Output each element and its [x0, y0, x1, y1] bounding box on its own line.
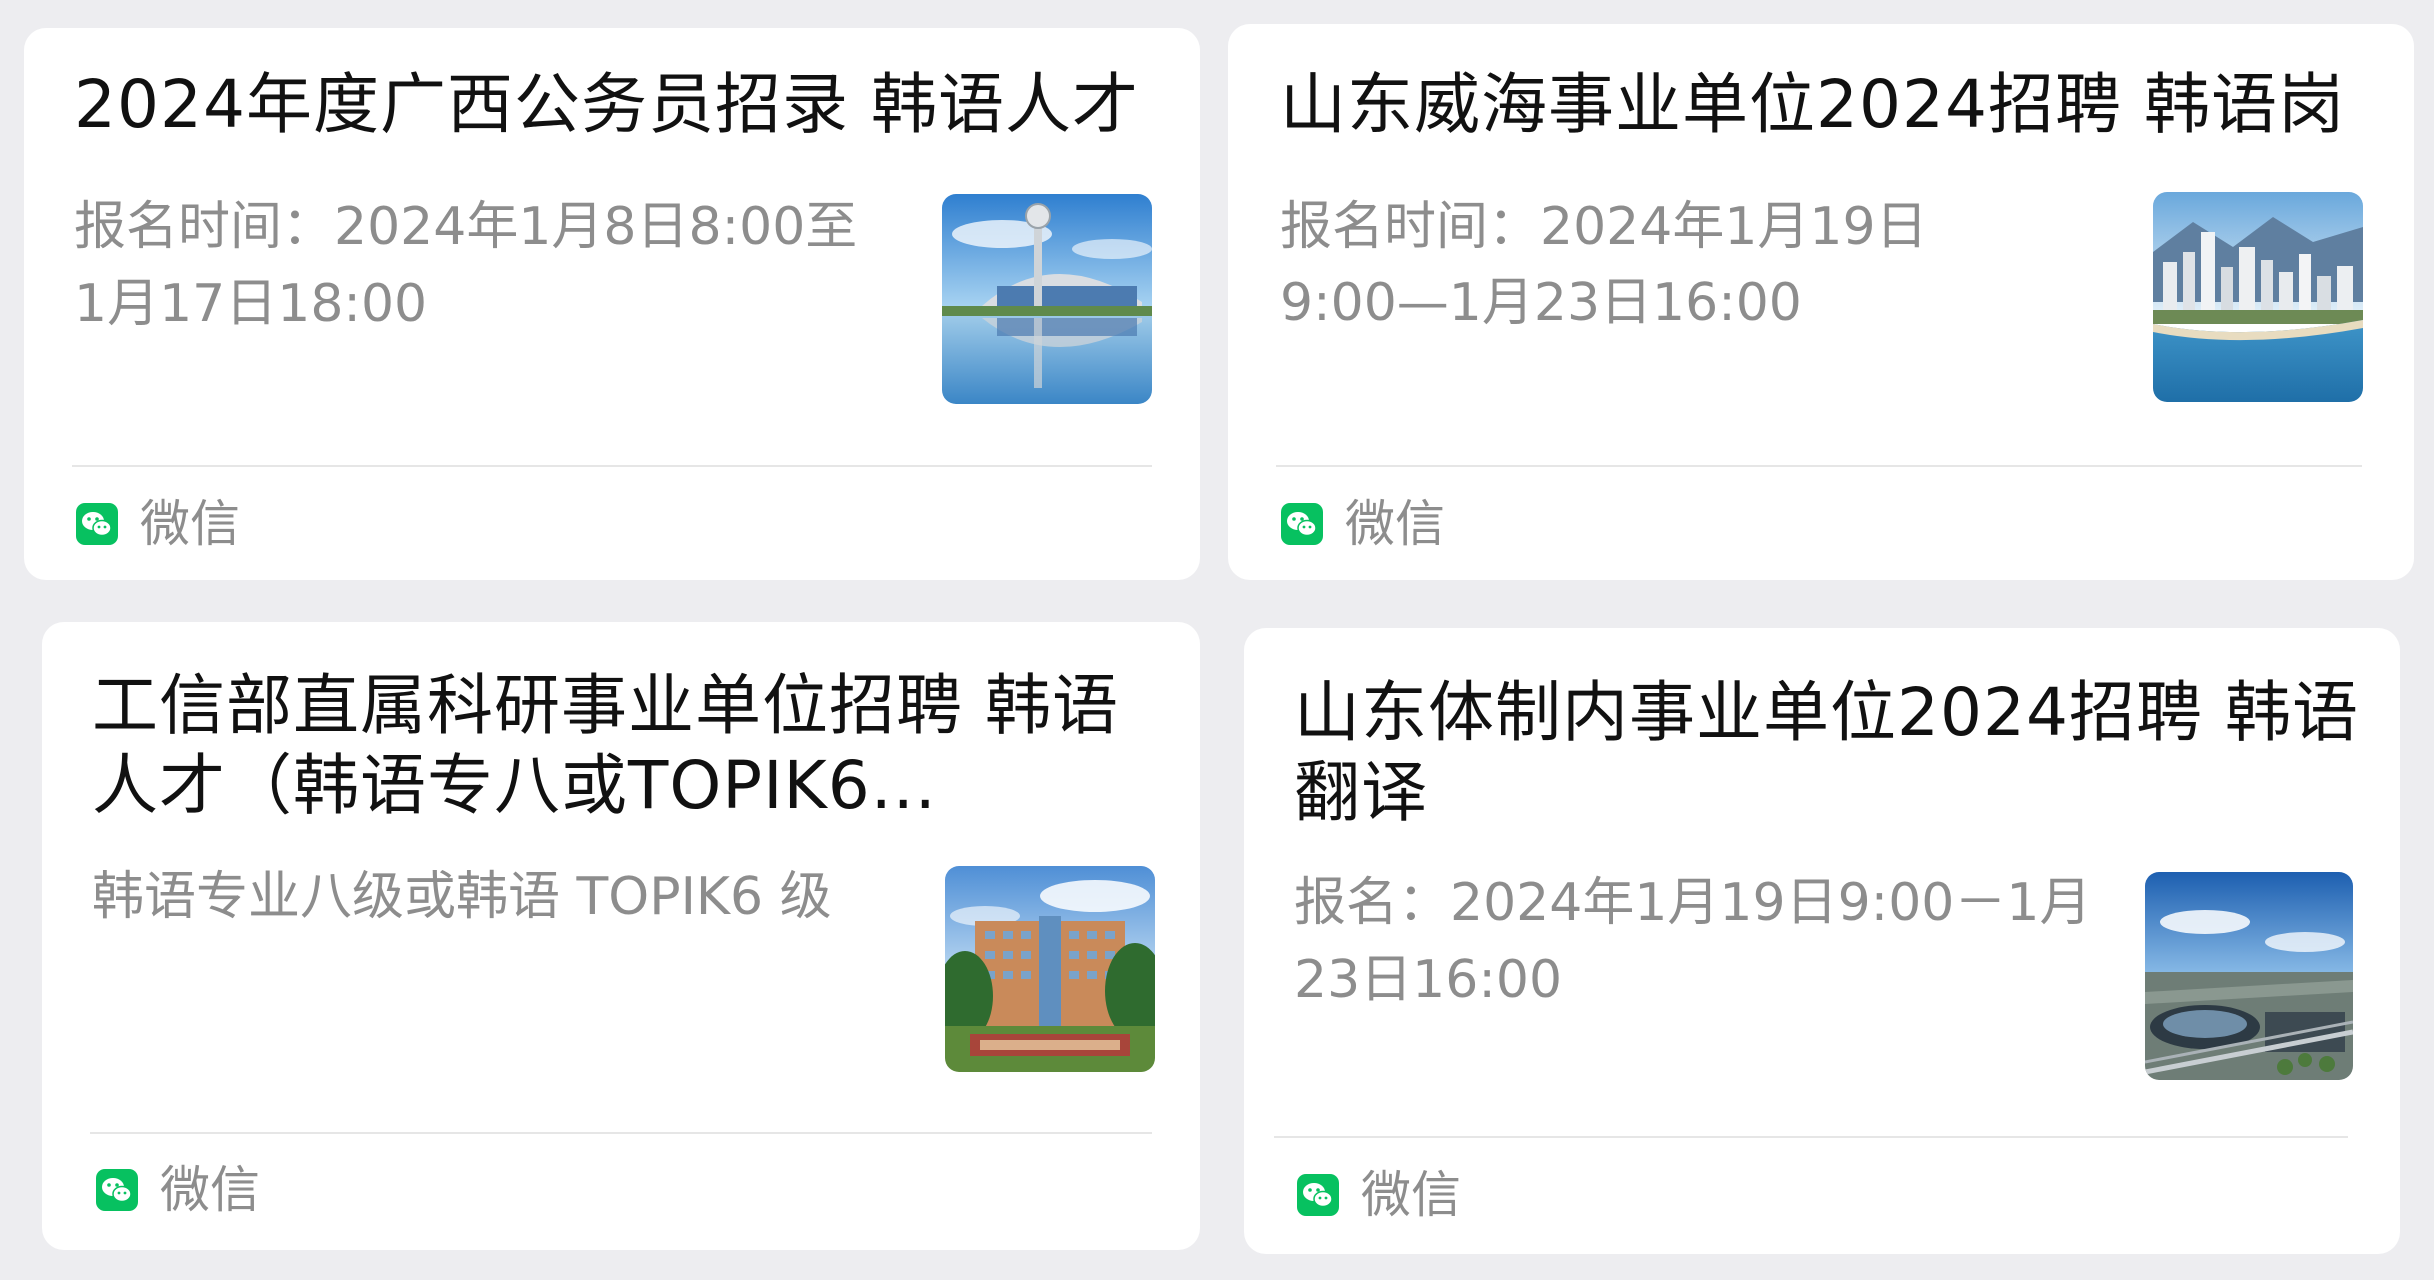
- wechat-icon: [1281, 503, 1323, 545]
- coastal-city-thumbnail: [2153, 192, 2363, 402]
- card-description-line-2: 1月17日18:00: [74, 274, 428, 334]
- campus-building-thumbnail: [945, 866, 1155, 1072]
- source-row: 微信: [76, 494, 240, 554]
- article-card-1[interactable]: 2024年度广西公务员招录 韩语人才 报名时间：2024年1月8日8:00至 1…: [24, 28, 1200, 580]
- source-label: 微信: [1361, 1166, 1461, 1224]
- card-description-line-2: 23日16:00: [1294, 950, 1563, 1010]
- card-description-line-1: 韩语专业八级或韩语 TOPIK6 级: [92, 867, 832, 927]
- article-card-3[interactable]: 工信部直属科研事业单位招聘 韩语 人才（韩语专八或TOPIK6... 韩语专业八…: [42, 622, 1200, 1250]
- card-divider: [1276, 465, 2362, 467]
- source-row: 微信: [1281, 494, 1445, 554]
- card-divider: [1274, 1136, 2348, 1138]
- card-divider: [90, 1132, 1152, 1134]
- card-title: 山东威海事业单位2024招聘 韩语岗: [1280, 66, 2345, 143]
- article-card-4[interactable]: 山东体制内事业单位2024招聘 韩语 翻译 报名：2024年1月19日9:00－…: [1244, 628, 2400, 1254]
- article-card-2[interactable]: 山东威海事业单位2024招聘 韩语岗 报名时间：2024年1月19日 9:00—…: [1228, 24, 2414, 580]
- source-label: 微信: [1345, 495, 1445, 553]
- wechat-icon: [76, 503, 118, 545]
- wechat-icon: [1297, 1174, 1339, 1216]
- source-label: 微信: [140, 495, 240, 553]
- building-reflection-thumbnail: [942, 194, 1152, 404]
- card-description-line-1: 报名：2024年1月19日9:00－1月: [1294, 873, 2092, 933]
- card-description-line-2: 9:00—1月23日16:00: [1280, 273, 1802, 333]
- card-description-line-1: 报名时间：2024年1月19日: [1280, 197, 1928, 257]
- wechat-icon: [96, 1169, 138, 1211]
- source-row: 微信: [96, 1160, 260, 1220]
- card-title: 2024年度广西公务员招录 韩语人才: [74, 66, 1139, 143]
- card-title-line-2: 人才（韩语专八或TOPIK6...: [92, 747, 937, 824]
- card-title-line-2: 翻译: [1294, 754, 1428, 831]
- card-title-line-1: 山东体制内事业单位2024招聘 韩语: [1294, 674, 2359, 751]
- source-row: 微信: [1297, 1165, 1461, 1225]
- city-aerial-thumbnail: [2145, 872, 2353, 1080]
- card-description-line-1: 报名时间：2024年1月8日8:00至: [74, 197, 858, 257]
- source-label: 微信: [160, 1161, 260, 1219]
- card-divider: [72, 465, 1152, 467]
- card-title-line-1: 工信部直属科研事业单位招聘 韩语: [92, 667, 1119, 744]
